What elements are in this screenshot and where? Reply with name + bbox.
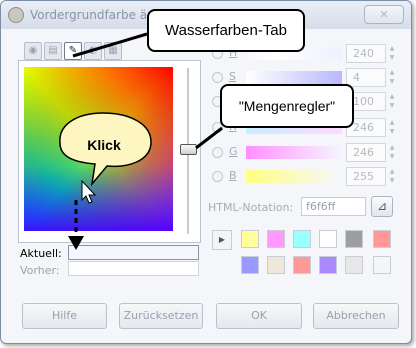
history-swatch[interactable]: [293, 230, 311, 248]
history-swatch[interactable]: [345, 230, 363, 248]
channel-value[interactable]: 4: [346, 68, 386, 87]
history-swatch[interactable]: [241, 256, 259, 274]
history-swatch[interactable]: [293, 256, 311, 274]
cmyk-printer-icon: ▤: [48, 45, 58, 56]
history-swatch[interactable]: [267, 256, 285, 274]
help-button[interactable]: Hilfe: [22, 303, 107, 329]
history-swatch[interactable]: [241, 230, 259, 248]
channel-row-b: B 255 ▲ ▼: [212, 167, 394, 187]
gimp-selector-icon: ◉: [28, 45, 38, 56]
green-bar[interactable]: [246, 146, 342, 159]
tab-cmyk[interactable]: ▤: [44, 42, 62, 60]
spinner-icon[interactable]: ▲ ▼: [387, 68, 397, 87]
tab-wheel[interactable]: ◐: [84, 42, 102, 60]
wheel-icon: ◐: [88, 45, 98, 56]
quantity-slider-handle[interactable]: [180, 144, 197, 155]
watercolor-brush-icon: ✎: [68, 45, 78, 56]
eyedropper-icon: ⊿: [376, 199, 388, 213]
quantity-slider-callout: "Mengenregler": [220, 84, 354, 128]
channel-row-g: G 246 ▲ ▼: [212, 143, 394, 163]
saturation-bar[interactable]: [246, 71, 342, 84]
gimp-icon: [8, 7, 24, 23]
arrow-right-icon: ▶: [218, 235, 226, 244]
channel-radio[interactable]: [212, 147, 223, 158]
current-label: Aktuell:: [20, 247, 62, 260]
history-swatch[interactable]: [345, 256, 363, 274]
history-swatch[interactable]: [319, 230, 337, 248]
channel-radio[interactable]: [212, 171, 223, 182]
channel-letter: S: [229, 70, 236, 83]
cancel-button[interactable]: Abbrechen: [313, 303, 399, 329]
current-color-swatch: [68, 245, 199, 260]
reset-button[interactable]: Zurücksetzen: [119, 303, 203, 329]
spinner-icon[interactable]: ▲ ▼: [387, 167, 397, 186]
eyedropper-button[interactable]: ⊿: [371, 196, 393, 217]
html-notation-input[interactable]: f6f6ff: [301, 197, 366, 216]
add-to-history-button[interactable]: ▶: [212, 230, 232, 250]
palette-icon: ▦: [108, 45, 118, 56]
channel-letter: G: [229, 145, 238, 158]
spinner-icon[interactable]: ▲ ▼: [387, 118, 397, 137]
channel-radio[interactable]: [212, 72, 223, 83]
window-title: Vordergrundfarbe änd: [30, 8, 163, 22]
click-balloon-label: Klick: [87, 137, 121, 153]
previous-color-swatch: [68, 261, 199, 276]
spinner-icon[interactable]: ▲ ▼: [387, 143, 397, 162]
ok-button[interactable]: OK: [216, 303, 302, 329]
html-notation-label: HTML-Notation:: [208, 201, 294, 214]
blue-bar[interactable]: [246, 170, 342, 183]
watercolor-tab-callout: Wasserfarben-Tab: [147, 9, 305, 52]
channel-value[interactable]: 240: [346, 44, 386, 63]
history-swatch[interactable]: [373, 256, 391, 274]
tab-palette[interactable]: ▦: [104, 42, 122, 60]
tab-gimp-selector[interactable]: ◉: [24, 42, 42, 60]
close-button[interactable]: ✕: [364, 5, 404, 24]
previous-label: Vorher:: [20, 264, 60, 277]
spinner-icon[interactable]: ▲ ▼: [387, 92, 397, 111]
channel-value[interactable]: 246: [346, 143, 386, 162]
spinner-icon[interactable]: ▲ ▼: [387, 44, 397, 63]
history-swatch[interactable]: [319, 256, 337, 274]
channel-letter: B: [229, 169, 237, 182]
channel-value[interactable]: 255: [346, 167, 386, 186]
history-swatch[interactable]: [267, 230, 285, 248]
tab-watercolor[interactable]: ✎: [64, 42, 82, 60]
history-swatch[interactable]: [373, 230, 391, 248]
